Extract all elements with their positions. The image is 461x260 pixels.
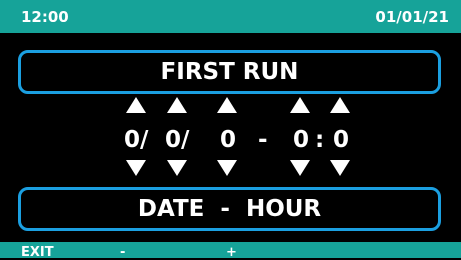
year-increment-icon[interactable] <box>217 97 237 113</box>
hour-decrement-icon[interactable] <box>290 160 310 176</box>
month-decrement-icon[interactable] <box>167 160 187 176</box>
minute-increment-icon[interactable] <box>330 97 350 113</box>
time-separator: : <box>315 127 325 153</box>
date-time-separator: - <box>258 127 268 153</box>
page-title: FIRST RUN <box>18 50 441 94</box>
month-value: 0/ <box>165 127 190 153</box>
softkey-bar: EXIT - + <box>0 242 461 260</box>
year-value: 0 <box>220 127 237 153</box>
section-label-text: DATE - HOUR <box>137 196 322 222</box>
clock-time: 12:00 <box>21 8 69 26</box>
minute-value: 0 <box>333 127 350 153</box>
month-increment-icon[interactable] <box>167 97 187 113</box>
day-increment-icon[interactable] <box>126 97 146 113</box>
day-decrement-icon[interactable] <box>126 160 146 176</box>
section-label: DATE - HOUR <box>18 187 441 231</box>
year-decrement-icon[interactable] <box>217 160 237 176</box>
day-value: 0/ <box>124 127 149 153</box>
hour-increment-icon[interactable] <box>290 97 310 113</box>
clock-date: 01/01/21 <box>375 8 449 26</box>
hour-value: 0 <box>293 127 310 153</box>
status-bar: 12:00 01/01/21 <box>0 0 461 33</box>
minute-decrement-icon[interactable] <box>330 160 350 176</box>
